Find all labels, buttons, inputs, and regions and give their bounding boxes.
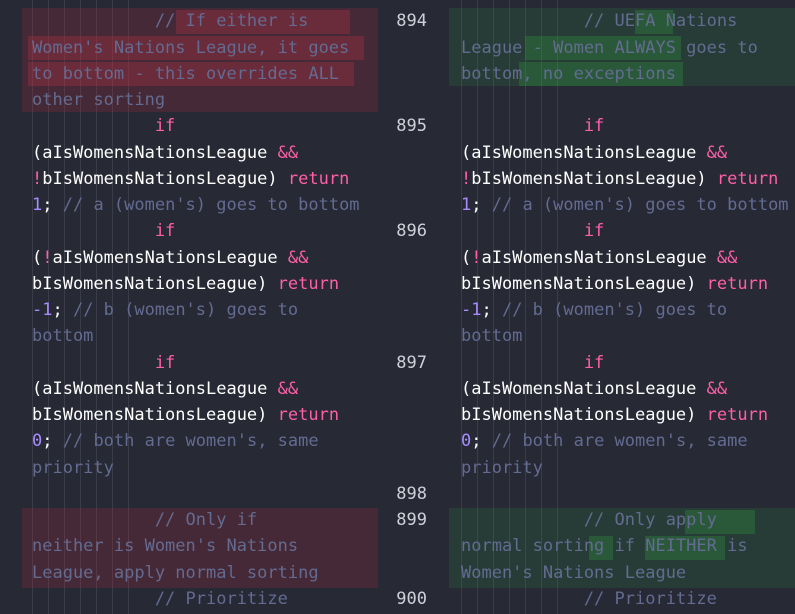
code-line: if [32,353,176,373]
code-line: if [461,116,605,136]
code-line: -1; // b (women's) goes to [461,300,728,320]
code-line: if [32,116,176,136]
code-line: (aIsWomensNationsLeague && [32,379,299,399]
code-line: bIsWomensNationsLeague) return [32,274,340,294]
diff-left-pane[interactable]: // If either is Women's Nations League, … [0,0,380,614]
code-line: priority [32,458,114,478]
code-line: // Only if [32,510,258,530]
code-line: 1; // a (women's) goes to bottom [461,195,789,215]
code-line: League, apply normal sorting [32,563,319,583]
line-number: 897 [396,353,427,373]
code-line: League - Women ALWAYS goes to [461,38,758,58]
code-line: bIsWomensNationsLeague) return [32,405,340,425]
diff-right-pane[interactable]: // UEFA Nations League - Women ALWAYS go… [449,0,795,614]
code-line: !bIsWomensNationsLeague) return [461,169,779,189]
code-line: to bottom - this overrides ALL [32,64,340,84]
code-line: 0; // both are women's, same [461,431,748,451]
code-line: priority [461,458,543,478]
code-line: normal sorting if NEITHER is [461,536,748,556]
code-line: bIsWomensNationsLeague) return [461,405,769,425]
code-line: Women's Nations League, it goes [32,38,350,58]
code-line: (aIsWomensNationsLeague && [32,143,299,163]
code-line: // Prioritize [461,589,717,609]
code-line: bottom [32,326,94,346]
line-number: 895 [396,116,427,136]
code-line: (!aIsWomensNationsLeague && [32,248,309,268]
code-line: 1; // a (women's) goes to bottom [32,195,360,215]
code-line: 0; // both are women's, same [32,431,319,451]
line-number: 900 [396,589,427,609]
code-line: (!aIsWomensNationsLeague && [461,248,738,268]
line-number: 898 [396,484,427,504]
code-line: !bIsWomensNationsLeague) return [32,169,350,189]
code-line: (aIsWomensNationsLeague && [461,379,728,399]
code-line: neither is Women's Nations [32,536,299,556]
code-line: // If either is [32,11,309,31]
code-line: -1; // b (women's) goes to [32,300,299,320]
code-line: bottom, no exceptions [461,64,676,84]
code-line: Women's Nations League [461,563,687,583]
line-number-gutter: 894 895 896 897 898 899 900 [380,0,449,614]
code-line: (aIsWomensNationsLeague && [461,143,728,163]
line-number: 896 [396,221,427,241]
code-line: other sorting [32,90,166,110]
code-line: // UEFA Nations [461,11,738,31]
code-line: if [461,221,605,241]
code-line: if [461,353,605,373]
code-line: if [32,221,176,241]
code-line: // Only apply [461,510,717,530]
code-line: bottom [461,326,523,346]
code-line: bIsWomensNationsLeague) return [461,274,769,294]
code-line: // Prioritize [32,589,288,609]
